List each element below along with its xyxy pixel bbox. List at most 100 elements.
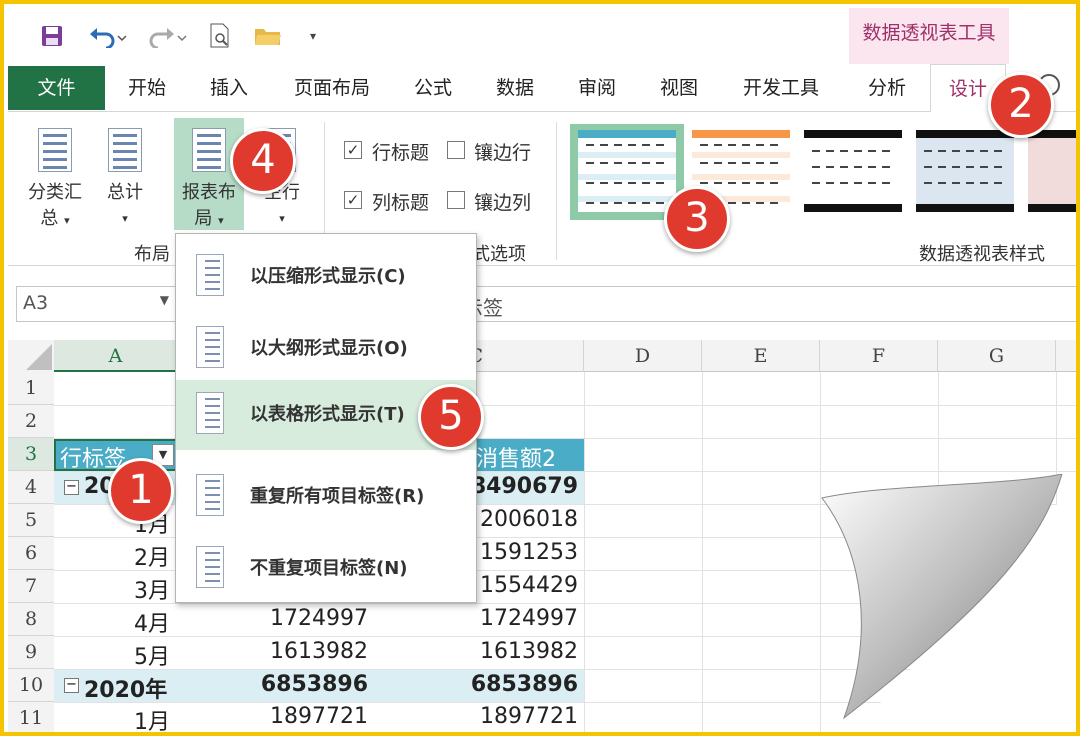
row-header-3[interactable]: 3	[8, 438, 54, 471]
ribbon-separator	[556, 122, 557, 260]
gridline	[584, 372, 585, 732]
row-header-5[interactable]: 5	[8, 504, 54, 537]
chevron-down-icon: ▼	[159, 293, 169, 307]
menu-item-outline-form[interactable]: 以大纲形式显示(O)	[176, 314, 476, 380]
banded-columns-checkbox[interactable]	[447, 191, 465, 209]
grand-totals-label: 总计	[107, 182, 143, 203]
subtotals-icon	[38, 128, 72, 172]
formula-input[interactable]: 示签	[459, 286, 1076, 322]
column-header-a[interactable]: A	[54, 340, 178, 372]
column-header-f[interactable]: F	[820, 340, 938, 372]
banded-columns-label: 镶边列	[474, 192, 532, 214]
folder-icon[interactable]	[248, 18, 288, 54]
menu-item-repeat-labels[interactable]: 重复所有项目标签(R)	[176, 462, 476, 528]
tab-file[interactable]: 文件	[8, 66, 105, 110]
name-box[interactable]: A3 ▼	[16, 286, 176, 322]
pivot-cell-c: 6853896	[470, 672, 578, 697]
report-layout-button[interactable]: 报表布 局 ▾	[174, 180, 244, 234]
step-badge-1: 1	[108, 458, 174, 524]
row-header-2[interactable]: 2	[8, 405, 54, 438]
row-header-10[interactable]: 10	[8, 669, 54, 702]
pivot-row-label: 2020年	[84, 678, 168, 703]
report-layout-icon	[192, 128, 226, 172]
outline-form-icon	[196, 326, 224, 368]
menu-item-no-repeat-labels[interactable]: 不重复项目标签(N)	[176, 534, 476, 600]
step-badge-5: 5	[418, 384, 484, 450]
pivottable-tools-title: 数据透视表工具	[862, 22, 996, 44]
tab-data[interactable]: 数据	[482, 66, 548, 110]
step-badge-2: 2	[988, 72, 1054, 138]
save-icon[interactable]	[32, 18, 72, 54]
tabular-form-icon	[196, 392, 224, 434]
column-header-e[interactable]: E	[702, 340, 820, 372]
row-header-6[interactable]: 6	[8, 537, 54, 570]
subtotals-button[interactable]: 分类汇 总 ▾	[22, 180, 88, 234]
tab-home[interactable]: 开始	[114, 66, 180, 110]
menu-item-label: 重复所有项目标签(R)	[250, 486, 425, 507]
pivot-cell-c: 1897721	[480, 704, 578, 729]
collapse-icon[interactable]: −	[64, 678, 79, 693]
tab-formulas[interactable]: 公式	[400, 66, 466, 110]
banded-rows-label: 镶边行	[474, 142, 532, 164]
menu-item-label: 以表格形式显示(T)	[250, 404, 405, 425]
tab-insert[interactable]: 插入	[194, 66, 264, 110]
menu-item-label: 以大纲形式显示(O)	[250, 338, 408, 359]
screenshot-frame: ▾ 数据透视表工具 文件 开始 插入 页面布局 公式 数据 审阅 视图 开发工具…	[0, 0, 1080, 736]
styles-group-label: 数据透视表样式	[919, 244, 1045, 265]
column-header-d[interactable]: D	[584, 340, 702, 372]
row-headers-label: 行标题	[372, 142, 430, 164]
pivot-cell-b: 1724997	[270, 606, 368, 631]
pivot-row-label: 1月	[134, 710, 170, 735]
tab-view[interactable]: 视图	[646, 66, 712, 110]
row-header-4[interactable]: 4	[8, 471, 54, 504]
chevron-down-icon[interactable]: ▾	[300, 18, 326, 54]
select-all-corner[interactable]	[8, 340, 54, 372]
row-header-8[interactable]: 8	[8, 603, 54, 636]
banded-rows-checkbox[interactable]	[447, 141, 465, 159]
tab-review[interactable]: 审阅	[564, 66, 630, 110]
column-headers-checkbox[interactable]: ✓	[344, 191, 362, 209]
row-header-9[interactable]: 9	[8, 636, 54, 669]
pivot-style-thumb-red[interactable]	[1028, 130, 1076, 212]
menu-item-label: 以压缩形式显示(C)	[250, 266, 406, 287]
row-header-7[interactable]: 7	[8, 570, 54, 603]
row-headers-checkbox[interactable]: ✓	[344, 141, 362, 159]
print-preview-icon[interactable]	[202, 18, 238, 54]
collapse-icon[interactable]: −	[64, 480, 79, 495]
page-curl-decoration	[821, 474, 1076, 732]
pivot-row-label: 3月	[134, 579, 170, 604]
gridline	[702, 372, 703, 732]
pivot-cell-b: 6853896	[260, 672, 368, 697]
tab-developer[interactable]: 开发工具	[728, 66, 834, 110]
pivot-row-label: 5月	[134, 645, 170, 670]
tab-page-layout[interactable]: 页面布局	[280, 66, 384, 110]
pivot-cell-b: 1897721	[270, 704, 368, 729]
row-header-11[interactable]: 11	[8, 702, 54, 732]
pivot-cell-c: 1613982	[480, 639, 578, 664]
tab-analyze[interactable]: 分析	[852, 66, 922, 110]
pivot-style-thumb-black[interactable]	[804, 130, 902, 212]
step-badge-4: 4	[230, 128, 296, 194]
subtotals-label-2: 总 ▾	[40, 208, 70, 229]
grand-totals-icon	[108, 128, 142, 172]
pivot-row-label: 2月	[134, 546, 170, 571]
options-group-label: 式选项	[472, 244, 526, 265]
grand-totals-button[interactable]: 总计 ▾	[96, 180, 154, 232]
undo-icon[interactable]	[82, 18, 134, 54]
pivot-cell-b: 1613982	[270, 639, 368, 664]
chevron-down-icon: ▾	[279, 212, 285, 225]
report-layout-label-1: 报表布	[182, 182, 236, 203]
pivot-row-label: 4月	[134, 612, 170, 637]
column-header-g[interactable]: G	[938, 340, 1056, 372]
pivot-style-thumb-blue[interactable]	[578, 130, 676, 212]
pivot-cell-c: 1724997	[480, 606, 578, 631]
name-box-value: A3	[23, 292, 49, 314]
redo-icon[interactable]	[142, 18, 194, 54]
pivot-style-thumb-lightblue[interactable]	[916, 130, 1014, 212]
repeat-labels-icon	[196, 474, 224, 516]
menu-item-compact-form[interactable]: 以压缩形式显示(C)	[176, 242, 476, 308]
row-header-1[interactable]: 1	[8, 372, 54, 405]
menu-item-label: 不重复项目标签(N)	[250, 558, 408, 579]
subtotals-label-1: 分类汇	[28, 182, 82, 203]
step-badge-3: 3	[664, 186, 730, 252]
